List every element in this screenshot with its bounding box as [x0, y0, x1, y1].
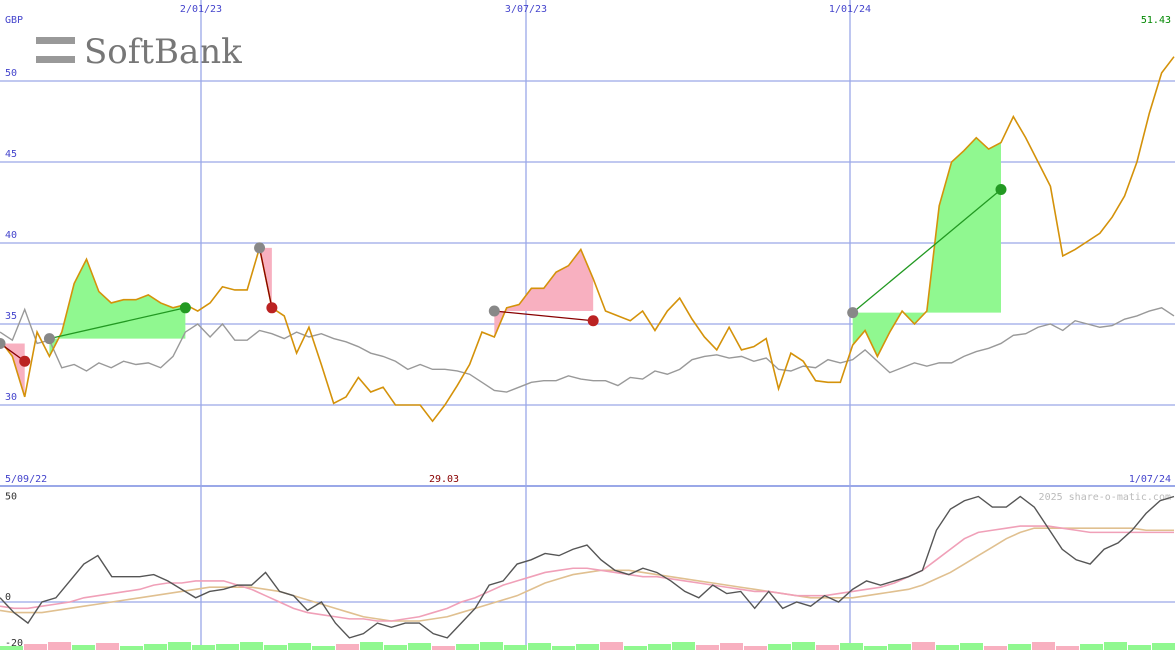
strip-bar — [1080, 644, 1103, 650]
trade-fills — [0, 137, 1001, 397]
strip-bar — [120, 646, 143, 650]
oscillator-gridlines: 500-20 — [0, 492, 1175, 649]
strip-bar — [552, 646, 575, 650]
strip-bar — [1128, 645, 1151, 650]
strip-bar — [432, 646, 455, 650]
trade-exit-marker — [179, 302, 191, 314]
strip-bar — [792, 642, 815, 650]
strip-bar — [168, 642, 191, 650]
strip-bar — [48, 642, 71, 650]
trade-exit-marker — [266, 302, 278, 314]
x-tick-label: 3/07/23 — [505, 4, 547, 15]
strip-bar — [144, 644, 167, 650]
trade-entry-marker — [254, 242, 266, 254]
strip-bar — [1056, 646, 1079, 650]
strip-bar — [888, 644, 911, 650]
strip-bar — [672, 642, 695, 650]
softbank-logo: SoftBank — [36, 32, 242, 72]
y-tick-label: 45 — [5, 149, 17, 160]
strip-bar — [1032, 642, 1055, 650]
trade-fill-loss — [0, 340, 25, 397]
strip-bar — [72, 645, 95, 650]
y-tick-label: 35 — [5, 311, 17, 322]
oscillator-line-osc_slow — [0, 527, 1174, 622]
strip-bar — [408, 643, 431, 650]
trade-entry-marker — [43, 333, 55, 345]
strip-bar — [960, 643, 983, 650]
strip-bar — [504, 645, 527, 650]
logo-bar-bottom — [36, 56, 75, 63]
strip-bar — [768, 644, 791, 650]
oscillator-series — [0, 495, 1175, 650]
strip-bar — [912, 642, 935, 650]
last-price-label: 51.43 — [1141, 15, 1171, 26]
strip-bar — [576, 644, 599, 650]
osc-tick-label: 0 — [5, 592, 11, 603]
strip-bar — [840, 643, 863, 650]
strip-bar — [744, 646, 767, 650]
x-tick-label: 2/01/23 — [180, 4, 222, 15]
strip-bar — [696, 645, 719, 650]
strip-bar — [936, 645, 959, 650]
strip-bar — [984, 646, 1007, 650]
strip-bar — [720, 643, 743, 650]
strip-bar — [1152, 643, 1175, 650]
y-tick-label: 30 — [5, 392, 17, 403]
stock-chart: SoftBank 30 35 40 45 50 2/01/23 3/07/23 1/01/24… — [0, 0, 1175, 650]
osc-tick-label: 50 — [5, 492, 17, 503]
strip-bar — [624, 646, 647, 650]
y-tick-label: 50 — [5, 68, 17, 79]
strip-bar — [96, 643, 119, 650]
trade-exit-marker — [19, 355, 31, 367]
strip-bar — [600, 642, 623, 650]
brand-name: SoftBank — [84, 32, 242, 72]
strip-bar — [264, 645, 287, 650]
strip-bar — [192, 645, 215, 650]
strip-bar — [336, 644, 359, 650]
currency-label: GBP — [5, 15, 23, 26]
trade-exit-marker — [995, 184, 1007, 196]
strip-bar — [0, 646, 23, 650]
strip-bar — [360, 642, 383, 650]
strip-bar — [1008, 644, 1031, 650]
y-tick-label: 40 — [5, 230, 17, 241]
strip-bar — [648, 644, 671, 650]
trade-line — [494, 310, 594, 322]
min-price-label: 29.03 — [429, 474, 459, 485]
x-tick-label: 1/01/24 — [829, 4, 871, 15]
strip-bar — [528, 643, 551, 650]
logo-bar-top — [36, 37, 75, 44]
start-date-label: 5/09/22 — [5, 474, 47, 485]
oscillator-line-osc_fast — [0, 525, 1174, 622]
trade-exit-marker — [587, 315, 599, 327]
strip-bar — [312, 646, 335, 650]
strip-bar — [1104, 642, 1127, 650]
watermark: 2025 share-o-matic.com — [1039, 492, 1171, 503]
trade-entry-marker — [488, 305, 500, 317]
strip-bar — [24, 644, 47, 650]
oscillator-line-osc — [0, 495, 1175, 639]
strip-bar — [864, 646, 887, 650]
strip-bar — [480, 642, 503, 650]
end-date-label: 1/07/24 — [1129, 474, 1171, 485]
trade-fill-gain — [49, 259, 186, 357]
trade-entry-marker — [847, 307, 859, 319]
strip-bar — [384, 645, 407, 650]
strip-bar — [816, 645, 839, 650]
strip-bar — [456, 644, 479, 650]
strip-bar — [240, 642, 263, 650]
strip-bar — [216, 644, 239, 650]
strip-bar — [288, 643, 311, 650]
